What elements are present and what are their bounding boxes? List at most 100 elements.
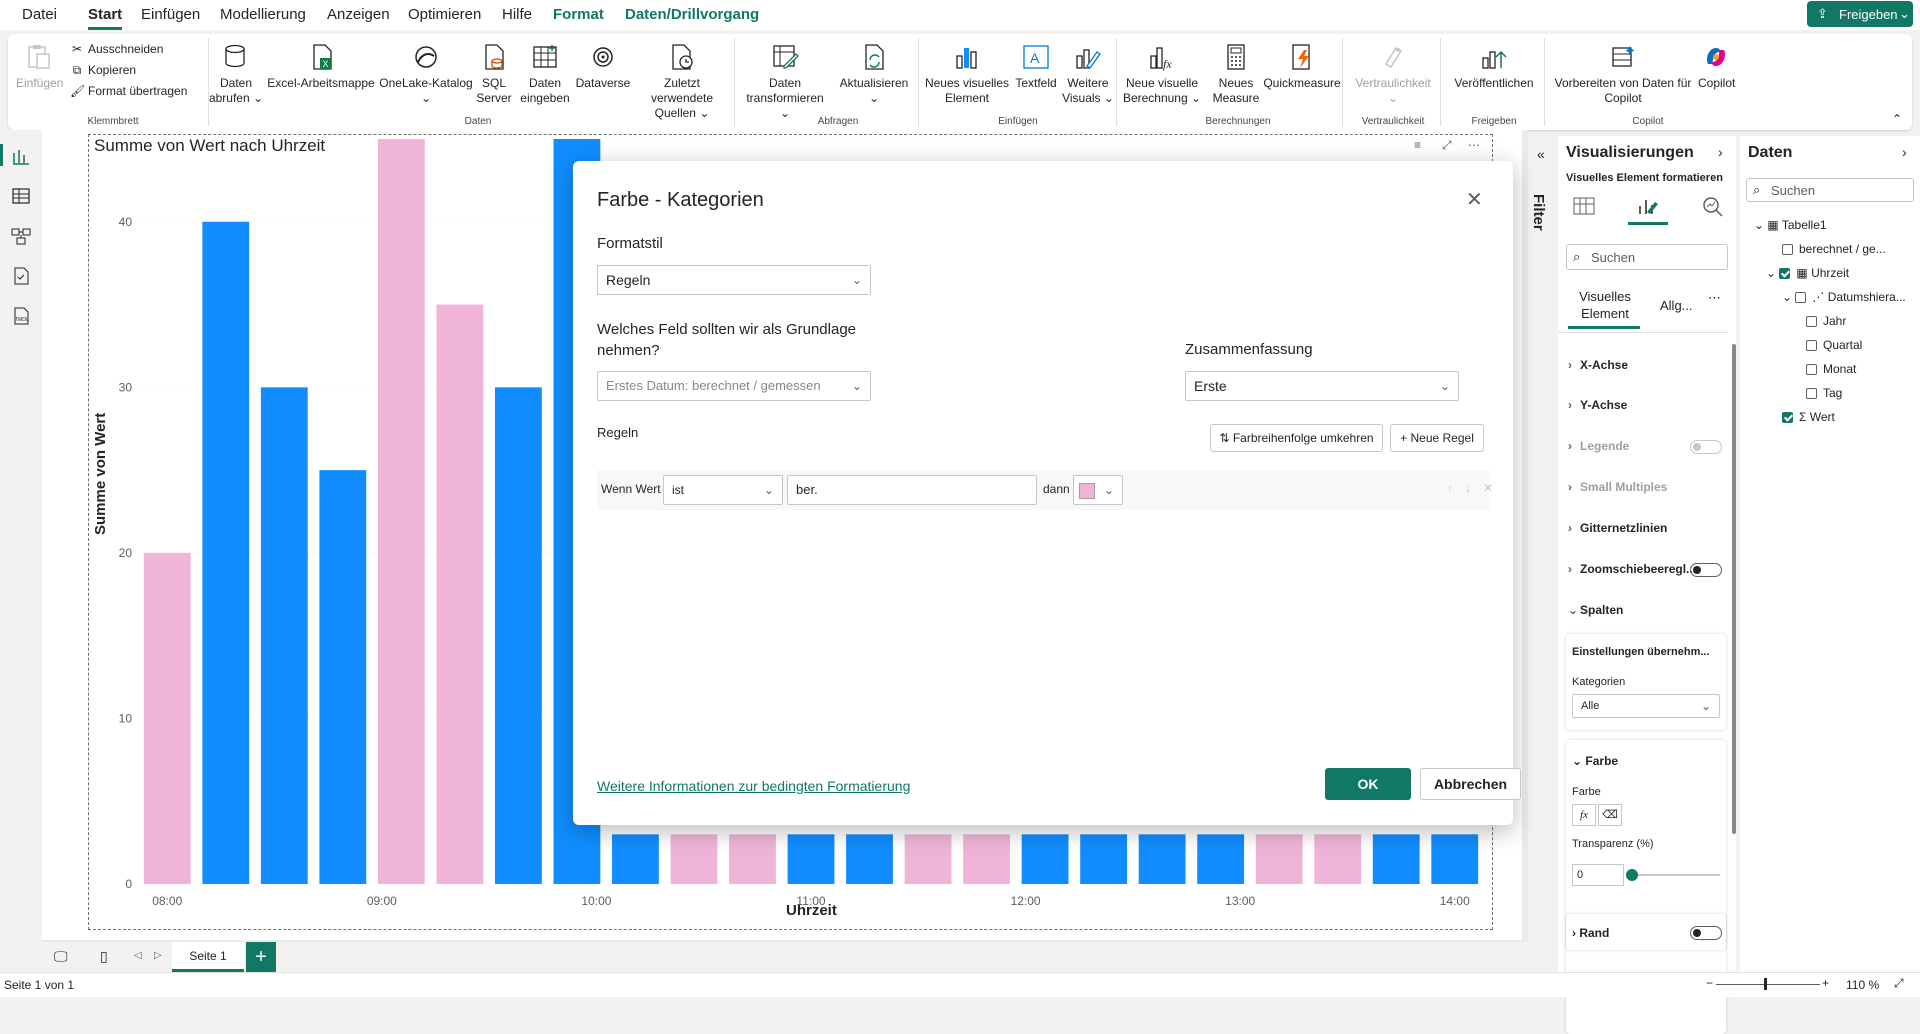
format-visual-icon[interactable] <box>1636 194 1660 218</box>
mobile-layout-icon[interactable]: ▯ <box>100 948 108 965</box>
excel-button[interactable]: X Excel-Arbeitsmappe <box>266 42 376 91</box>
section-gridlines[interactable]: › Gitternetzlinien <box>1568 521 1667 535</box>
add-page-button[interactable]: + <box>246 942 276 972</box>
menu-file[interactable]: Datei <box>22 6 57 23</box>
bar[interactable] <box>787 834 835 884</box>
rule-operator-dropdown[interactable]: ist ⌄ <box>663 475 783 505</box>
legend-toggle[interactable] <box>1690 440 1722 454</box>
onelake-button[interactable]: OneLake-Katalog ⌄ <box>378 42 474 106</box>
share-button[interactable]: ⇪ Freigeben ⌄ <box>1807 1 1913 27</box>
prev-page-icon[interactable]: ◁ <box>134 950 142 961</box>
bar[interactable] <box>729 834 776 884</box>
section-x-axis[interactable]: › X-Achse <box>1568 358 1628 372</box>
checkbox[interactable] <box>1806 388 1817 399</box>
eraser-icon[interactable]: ⌫ <box>1598 804 1622 826</box>
bar[interactable] <box>1021 834 1069 884</box>
report-view-icon[interactable] <box>10 146 32 166</box>
expand-filter-icon[interactable]: « <box>1537 146 1545 162</box>
new-rule-button[interactable]: + Neue Regel <box>1390 424 1484 452</box>
new-visual-button[interactable]: Neues visuelles Element <box>924 42 1010 106</box>
more-visuals-button[interactable]: Weitere Visuals ⌄ <box>1062 42 1114 106</box>
page-tab-1[interactable]: Seite 1 <box>172 942 244 972</box>
bar[interactable] <box>612 834 659 884</box>
section-legend[interactable]: › Legende <box>1568 439 1629 453</box>
bar[interactable] <box>143 552 191 884</box>
menu-data-drill[interactable]: Daten/Drillvorgang <box>625 6 759 23</box>
viz-search-input[interactable]: ⌕ Suchen <box>1566 244 1728 270</box>
format-painter-button[interactable]: 🖌 Format übertragen <box>70 84 187 98</box>
summary-dropdown[interactable]: Erste ⌄ <box>1185 371 1459 401</box>
textbox-button[interactable]: A Textfeld <box>1012 42 1060 91</box>
checkbox[interactable] <box>1806 364 1817 375</box>
bar[interactable] <box>670 834 718 884</box>
cut-button[interactable]: ✂ Ausschneiden <box>70 42 163 56</box>
sensitivity-button[interactable]: Vertraulichkeit ⌄ <box>1348 42 1438 106</box>
bar[interactable] <box>1372 834 1420 884</box>
more-options-icon[interactable]: ⋯ <box>1708 290 1721 306</box>
fx-conditional-format-icon[interactable]: fx <box>1572 804 1596 826</box>
bar[interactable] <box>963 834 1010 884</box>
section-small-multiples[interactable]: › Small Multiples <box>1568 480 1667 494</box>
close-icon[interactable]: ✕ <box>1466 187 1483 212</box>
tree-field-time[interactable]: ⌄ ▦ Uhrzeit <box>1766 266 1849 280</box>
new-visual-calc-button[interactable]: fx Neue visuelle Berechnung ⌄ <box>1122 42 1202 106</box>
bar[interactable] <box>436 304 484 884</box>
bar[interactable] <box>202 221 250 884</box>
bar[interactable] <box>494 387 542 884</box>
border-toggle[interactable] <box>1690 926 1722 940</box>
tab-visual[interactable]: Visuelles Element <box>1572 288 1638 322</box>
bar[interactable] <box>377 139 425 884</box>
tree-field-year[interactable]: Jahr <box>1806 314 1846 328</box>
bar[interactable] <box>904 834 952 884</box>
color-section-header[interactable]: ⌄ Farbe <box>1572 754 1618 768</box>
get-data-button[interactable]: Daten abrufen ⌄ <box>208 42 264 106</box>
data-search-input[interactable]: ⌕ Suchen <box>1746 178 1914 202</box>
collapse-ribbon-icon[interactable]: ⌃ <box>1892 112 1902 126</box>
checkbox[interactable] <box>1782 244 1793 255</box>
model-view-icon[interactable] <box>10 226 32 246</box>
bar[interactable] <box>1255 834 1303 884</box>
enter-data-button[interactable]: Daten eingeben <box>518 42 572 106</box>
desktop-layout-icon[interactable]: 🖵 <box>54 948 68 965</box>
tab-general[interactable]: Allg... <box>1660 298 1693 313</box>
zoom-out-icon[interactable]: − <box>1706 976 1713 990</box>
menu-home[interactable]: Start <box>88 6 123 30</box>
dataverse-button[interactable]: Dataverse <box>574 42 632 91</box>
checkbox[interactable] <box>1806 340 1817 351</box>
analytics-icon[interactable] <box>1700 194 1724 218</box>
menu-help[interactable]: Hilfe <box>502 6 532 23</box>
collapse-viz-icon[interactable]: › <box>1718 144 1723 160</box>
zoom-slider-toggle[interactable] <box>1690 563 1722 577</box>
field-dropdown[interactable]: Erstes Datum: berechnet / gemessen ⌄ <box>597 371 871 401</box>
format-style-dropdown[interactable]: Regeln ⌄ <box>597 265 871 295</box>
bar[interactable] <box>319 470 367 884</box>
publish-button[interactable]: Veröffentlichen <box>1446 42 1542 91</box>
build-visual-icon[interactable] <box>1572 194 1596 218</box>
viz-pane-scrollbar[interactable] <box>1732 344 1736 834</box>
tmdl-view-icon[interactable]: TMDL <box>10 306 32 326</box>
section-y-axis[interactable]: › Y-Achse <box>1568 398 1627 412</box>
reverse-color-order-button[interactable]: ⇅ Farbreihenfolge umkehren <box>1210 424 1383 452</box>
bar[interactable] <box>1197 834 1245 884</box>
table-view-icon[interactable] <box>10 186 32 206</box>
dax-query-icon[interactable] <box>10 266 32 286</box>
zoom-slider-thumb[interactable] <box>1764 978 1767 990</box>
tree-field-category[interactable]: berechnet / ge... <box>1782 242 1886 256</box>
move-up-icon[interactable]: ↑ <box>1447 481 1453 495</box>
checkbox[interactable] <box>1795 292 1807 303</box>
bar[interactable] <box>1138 834 1186 884</box>
prepare-copilot-button[interactable]: Vorbereiten von Daten für Copilot <box>1548 42 1698 106</box>
section-zoom-slider[interactable]: › Zoomschiebeeregl... <box>1568 562 1696 576</box>
bar[interactable] <box>1314 834 1362 884</box>
recent-sources-button[interactable]: Zuletzt verwendete Quellen ⌄ <box>632 42 732 121</box>
tree-field-value[interactable]: Σ Wert <box>1782 410 1835 424</box>
categories-dropdown[interactable]: Alle ⌄ <box>1572 694 1720 718</box>
checkbox[interactable] <box>1779 268 1791 279</box>
checkbox[interactable] <box>1782 412 1793 423</box>
quick-measure-button[interactable]: Quickmeasure <box>1262 42 1342 91</box>
transparency-slider-thumb[interactable] <box>1626 869 1638 881</box>
zoom-slider[interactable] <box>1716 984 1820 985</box>
refresh-button[interactable]: Aktualisieren ⌄ <box>834 42 914 106</box>
rule-color-picker[interactable]: ⌄ <box>1073 475 1123 505</box>
transform-data-button[interactable]: Daten transformieren ⌄ <box>740 42 830 121</box>
